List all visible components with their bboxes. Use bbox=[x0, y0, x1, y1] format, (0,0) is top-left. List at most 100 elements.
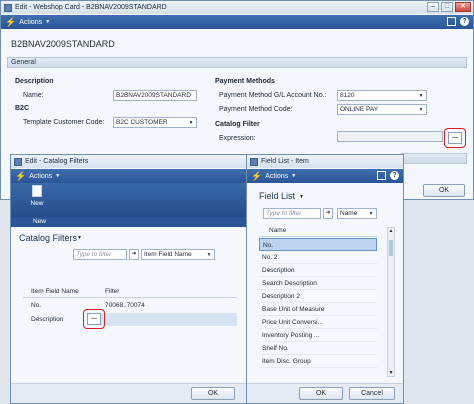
card-action-bar: ⚡ Actions ▼ ? bbox=[1, 15, 473, 29]
list-item[interactable]: Description bbox=[259, 264, 377, 277]
b2c-group-label: B2C bbox=[15, 105, 30, 112]
card-actions-menu[interactable]: Actions bbox=[19, 19, 42, 26]
catalog-action-bar: ⚡ Actions ▼ bbox=[11, 169, 247, 183]
new-button[interactable]: New bbox=[17, 185, 57, 215]
field-list-filter-input[interactable]: Type to filter bbox=[263, 208, 321, 219]
help-icon[interactable]: ? bbox=[460, 17, 469, 26]
template-customer-code-label: Template Customer Code: bbox=[23, 119, 105, 126]
ribbon-group-bar: New bbox=[11, 217, 247, 227]
field-list-action-bar: ⚡ Actions ▼ ? bbox=[247, 169, 403, 183]
chevron-down-icon[interactable]: ▼ bbox=[77, 235, 82, 241]
vertical-scrollbar[interactable]: ▲ ▼ bbox=[387, 227, 395, 377]
webshop-card-titlebar: Edit - Webshop Card - B2BNAV2009STANDARD bbox=[1, 1, 473, 14]
list-item[interactable]: Price Unit Conversi... bbox=[259, 316, 377, 329]
selected-row-highlight bbox=[101, 313, 237, 326]
payment-method-code-label: Payment Method Code: bbox=[219, 106, 293, 113]
window-controls: – □ ✕ bbox=[427, 2, 471, 12]
chevron-down-icon[interactable]: ▼ bbox=[417, 92, 425, 99]
card-collapsed-section[interactable] bbox=[401, 153, 467, 164]
list-item[interactable]: Base Unit of Measure bbox=[259, 303, 377, 316]
catalog-actions-menu[interactable]: Actions bbox=[29, 173, 52, 180]
chevron-down-icon: ▼ bbox=[55, 173, 61, 179]
chevron-down-icon[interactable]: ▼ bbox=[187, 119, 195, 126]
payment-method-code-value: ONLINE PAY bbox=[340, 106, 379, 113]
lightning-icon: ⚡ bbox=[251, 170, 263, 181]
scrollbar-thumb[interactable] bbox=[389, 240, 393, 256]
chevron-down-icon: ▼ bbox=[45, 19, 51, 25]
catalog-filter-field-value: Item Field Name bbox=[144, 251, 192, 258]
list-item[interactable]: No. bbox=[259, 238, 377, 251]
card-heading: B2BNAV2009STANDARD bbox=[11, 39, 115, 49]
template-customer-code-field[interactable]: B2C CUSTOMER ▼ bbox=[113, 117, 197, 128]
template-customer-code-value: B2C CUSTOMER bbox=[116, 119, 168, 126]
catalog-heading: Catalog Filters bbox=[19, 233, 78, 243]
col-name[interactable]: Name bbox=[269, 227, 286, 234]
field-list-ok-button[interactable]: OK bbox=[299, 387, 343, 400]
lightning-icon: ⚡ bbox=[5, 16, 17, 27]
payment-method-code-field[interactable]: ONLINE PAY ▼ bbox=[337, 104, 427, 115]
catalog-title: Edit - Catalog Filters bbox=[25, 158, 89, 165]
expression-label: Expression: bbox=[219, 135, 256, 142]
chevron-down-icon: ▼ bbox=[291, 173, 297, 179]
minimize-icon[interactable]: – bbox=[427, 2, 439, 12]
window-layout-icon[interactable] bbox=[447, 17, 456, 26]
help-icon[interactable]: ? bbox=[390, 171, 399, 180]
window-icon bbox=[250, 157, 258, 166]
payment-methods-group-label: Payment Methods bbox=[215, 78, 275, 85]
new-group-label: New bbox=[33, 218, 47, 225]
window-icon bbox=[4, 3, 12, 12]
name-field[interactable]: B2BNAV2009STANDARD bbox=[113, 90, 197, 101]
name-label: Name: bbox=[23, 92, 44, 99]
window-layout-icon[interactable] bbox=[377, 171, 386, 180]
field-list-filter-field-select[interactable]: Name ▼ bbox=[337, 208, 377, 219]
webshop-card-title: Edit - Webshop Card - B2BNAV2009STANDARD bbox=[15, 4, 167, 11]
catalog-filter-field-select[interactable]: Item Field Name ▼ bbox=[141, 249, 215, 260]
table-row-field[interactable]: No. bbox=[31, 302, 41, 309]
catalog-filter-group-label: Catalog Filter bbox=[215, 121, 260, 128]
scroll-up-icon[interactable]: ▲ bbox=[388, 228, 394, 234]
catalog-titlebar: Edit - Catalog Filters bbox=[11, 155, 247, 168]
new-button-label: New bbox=[30, 200, 44, 207]
field-list-titlebar: Field List - Item bbox=[247, 155, 403, 168]
field-list-filter-apply-button[interactable]: ➜ bbox=[323, 208, 333, 219]
scroll-down-icon[interactable]: ▼ bbox=[388, 370, 394, 376]
catalog-ok-button[interactable]: OK bbox=[191, 387, 235, 400]
window-icon bbox=[14, 157, 22, 166]
new-document-icon bbox=[32, 185, 42, 197]
list-item[interactable]: Inventory Posting ... bbox=[259, 329, 377, 342]
field-list-actions-menu[interactable]: Actions bbox=[265, 173, 288, 180]
catalog-filter-input[interactable]: Type to filter bbox=[73, 249, 127, 260]
col-filter[interactable]: Filter bbox=[105, 288, 119, 295]
list-item[interactable]: No. 2 bbox=[259, 251, 377, 264]
chevron-down-icon[interactable]: ▼ bbox=[205, 251, 213, 258]
gl-account-field[interactable]: 8120 ▼ bbox=[337, 90, 427, 101]
chevron-down-icon[interactable]: ▼ bbox=[417, 106, 425, 113]
table-row-field[interactable]: Description bbox=[31, 316, 64, 323]
field-list-cancel-button[interactable]: Cancel bbox=[349, 387, 395, 400]
maximize-icon[interactable]: □ bbox=[441, 2, 453, 12]
field-list-title: Field List - Item bbox=[261, 158, 309, 165]
gl-account-value: 8120 bbox=[340, 92, 355, 99]
chevron-down-icon[interactable]: ▼ bbox=[367, 210, 375, 217]
chevron-down-icon[interactable]: ▼ bbox=[299, 194, 304, 200]
list-item[interactable]: Item Disc. Group bbox=[259, 355, 377, 368]
table-row-filter[interactable]: 70068..70074 bbox=[105, 302, 145, 309]
field-lookup-highlight bbox=[83, 309, 105, 329]
expression-assist-highlight bbox=[444, 128, 466, 148]
general-section-header[interactable]: General bbox=[7, 57, 467, 68]
close-icon[interactable]: ✕ bbox=[455, 2, 471, 12]
card-ok-button[interactable]: OK bbox=[423, 184, 465, 197]
list-item[interactable]: Shelf No. bbox=[259, 342, 377, 355]
list-item[interactable]: Description 2 bbox=[259, 290, 377, 303]
description-group-label: Description bbox=[15, 78, 54, 85]
col-item-field-name[interactable]: Item Field Name bbox=[31, 288, 79, 295]
expression-field[interactable] bbox=[337, 131, 443, 142]
field-list-window: Field List - Item ⚡ Actions ▼ ? Field Li… bbox=[246, 154, 404, 404]
lightning-icon: ⚡ bbox=[15, 170, 27, 181]
field-list-heading: Field List bbox=[259, 191, 296, 201]
catalog-filter-apply-button[interactable]: ➜ bbox=[129, 249, 139, 260]
gl-account-label: Payment Method G/L Account No.: bbox=[219, 92, 327, 99]
catalog-filters-window: Edit - Catalog Filters ⚡ Actions ▼ New N… bbox=[10, 154, 248, 404]
fl-divider bbox=[259, 236, 377, 237]
list-item[interactable]: Search Description bbox=[259, 277, 377, 290]
